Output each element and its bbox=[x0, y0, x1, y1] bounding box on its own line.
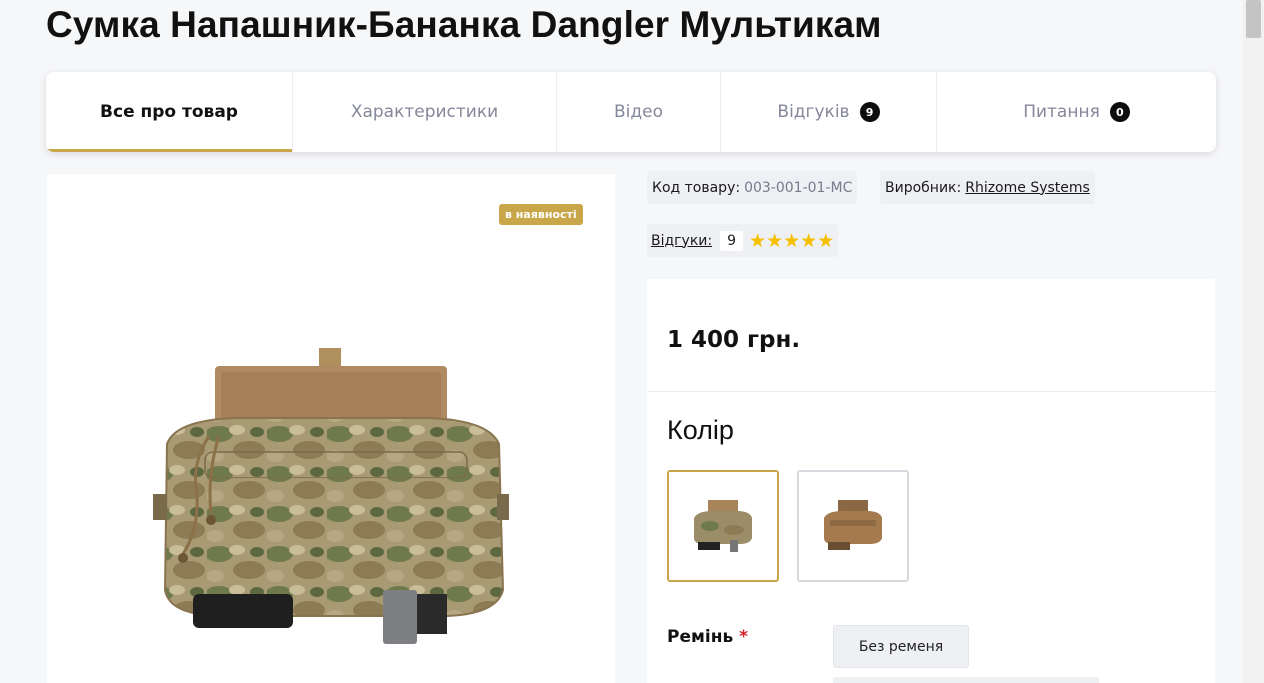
scrollbar-thumb[interactable] bbox=[1246, 0, 1261, 38]
tab-reviews[interactable]: Відгуків 9 bbox=[721, 72, 937, 152]
tab-label: Все про товар bbox=[100, 102, 238, 122]
tab-all-about[interactable]: Все про товар bbox=[46, 72, 293, 152]
tab-label: Відео bbox=[614, 102, 663, 122]
page-title: Сумка Напашник-Бананка Dangler Мультикам bbox=[46, 4, 882, 45]
tab-label: Характеристики bbox=[350, 102, 499, 122]
tab-characteristics[interactable]: Характеристики bbox=[293, 72, 557, 152]
product-code-label: Код товару: bbox=[652, 179, 741, 196]
reviews-summary: Відгуки: 9 ★ ★ ★ ★ ★ bbox=[647, 224, 839, 257]
buy-box: 1 400 грн. Колір Ремінь * Без ременя bbox=[647, 279, 1215, 683]
star-icon: ★ bbox=[766, 229, 784, 252]
product-tabs: Все про товар Характеристики Відео Відгу… bbox=[46, 72, 1216, 152]
color-label: Колір bbox=[667, 415, 734, 445]
divider bbox=[647, 391, 1215, 392]
questions-count-badge: 0 bbox=[1109, 102, 1130, 122]
star-icon: ★ bbox=[749, 229, 767, 252]
tab-video[interactable]: Відео bbox=[557, 72, 721, 152]
strap-option-none[interactable]: Без ременя bbox=[833, 625, 969, 668]
tab-label: Відгуків bbox=[777, 102, 850, 122]
star-icon: ★ bbox=[800, 229, 818, 252]
swatch-thumbnail bbox=[824, 500, 882, 550]
page-scrollbar[interactable] bbox=[1243, 0, 1264, 683]
manufacturer-label: Виробник: bbox=[885, 179, 962, 196]
strap-label-text: Ремінь bbox=[667, 627, 734, 647]
tab-label: Питання bbox=[1023, 102, 1100, 122]
product-code-value: 003-001-01-MC bbox=[744, 179, 853, 196]
manufacturer-link[interactable]: Rhizome Systems bbox=[965, 180, 1090, 196]
product-gallery: в наявності bbox=[47, 174, 615, 683]
manufacturer: Виробник: Rhizome Systems bbox=[880, 171, 1095, 204]
product-image[interactable] bbox=[147, 344, 517, 664]
reviews-link[interactable]: Відгуки: bbox=[651, 233, 712, 249]
star-icon: ★ bbox=[783, 229, 801, 252]
color-swatch-coyote[interactable] bbox=[797, 470, 909, 582]
color-swatch-multicam[interactable] bbox=[667, 470, 779, 582]
stock-badge: в наявності bbox=[499, 204, 583, 225]
product-code: Код товару: 003-001-01-MC bbox=[647, 171, 858, 204]
strap-option-next[interactable] bbox=[833, 677, 1099, 683]
product-price: 1 400 грн. bbox=[667, 327, 801, 353]
reviews-count-badge: 9 bbox=[859, 102, 880, 122]
strap-label: Ремінь * bbox=[667, 627, 748, 647]
tab-questions[interactable]: Питання 0 bbox=[937, 72, 1216, 152]
required-mark: * bbox=[739, 627, 749, 647]
rating-stars: ★ ★ ★ ★ ★ bbox=[749, 230, 834, 252]
star-icon: ★ bbox=[817, 229, 835, 252]
swatch-thumbnail bbox=[694, 500, 752, 552]
reviews-count: 9 bbox=[720, 230, 744, 251]
